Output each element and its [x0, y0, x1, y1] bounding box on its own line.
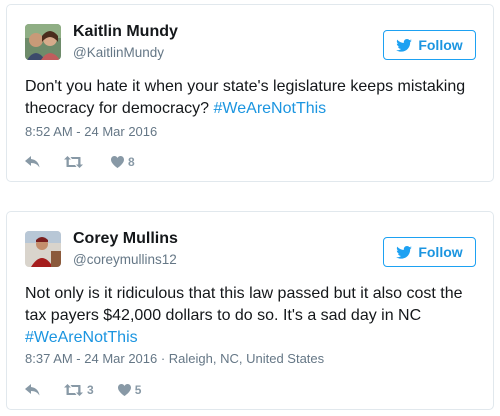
- tweet-card: Corey Mullins @coreymullins12 Follow Not…: [6, 211, 494, 410]
- retweet-button[interactable]: 3: [64, 383, 94, 397]
- tweet-actions: 3 5: [25, 381, 141, 399]
- retweet-count: 3: [87, 383, 94, 397]
- like-button[interactable]: 5: [117, 383, 142, 397]
- author-name[interactable]: Corey Mullins: [73, 230, 178, 248]
- reply-icon: [25, 384, 40, 396]
- follow-label: Follow: [418, 37, 463, 53]
- tweet-timestamp[interactable]: 8:37 AM - 24 Mar 2016 · Raleigh, NC, Uni…: [25, 351, 324, 366]
- twitter-bird-icon: [396, 245, 413, 259]
- reply-button[interactable]: [25, 384, 40, 396]
- retweet-icon: [64, 156, 83, 168]
- reply-icon: [25, 156, 40, 168]
- author-handle[interactable]: @coreymullins12: [73, 252, 177, 267]
- tweet-card: Kaitlin Mundy @KaitlinMundy Follow Don't…: [6, 4, 494, 182]
- follow-button[interactable]: Follow: [383, 30, 476, 60]
- avatar[interactable]: [25, 24, 61, 60]
- tweet-timestamp[interactable]: 8:52 AM - 24 Mar 2016: [25, 124, 157, 139]
- retweet-button[interactable]: [64, 156, 87, 168]
- hashtag-link[interactable]: #WeAreNotThis: [25, 329, 138, 346]
- tweet-actions: 8: [25, 153, 135, 171]
- author-handle[interactable]: @KaitlinMundy: [73, 45, 164, 60]
- avatar[interactable]: [25, 231, 61, 267]
- retweet-icon: [64, 384, 83, 396]
- hashtag-link[interactable]: #WeAreNotThis: [214, 100, 327, 117]
- like-count: 8: [128, 155, 135, 169]
- tweet-text: Don't you hate it when your state's legi…: [25, 76, 477, 120]
- tweet-text: Not only is it ridiculous that this law …: [25, 283, 477, 349]
- reply-button[interactable]: [25, 156, 40, 168]
- like-count: 5: [134, 383, 142, 397]
- like-button[interactable]: 8: [111, 155, 135, 169]
- follow-label: Follow: [418, 244, 463, 260]
- tweet-text-body: Not only is it ridiculous that this law …: [25, 285, 463, 324]
- follow-button[interactable]: Follow: [383, 237, 476, 267]
- twitter-bird-icon: [396, 38, 413, 52]
- heart-icon: [117, 384, 131, 396]
- author-name[interactable]: Kaitlin Mundy: [73, 23, 178, 41]
- heart-icon: [111, 156, 124, 168]
